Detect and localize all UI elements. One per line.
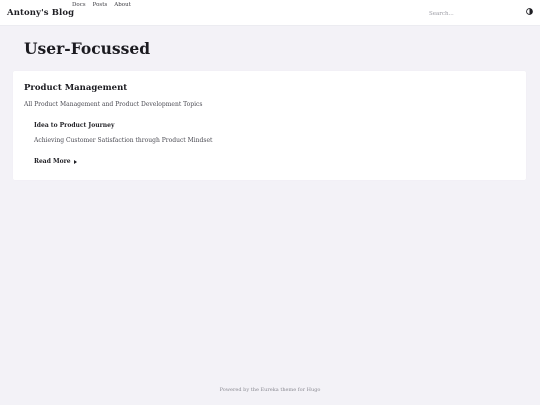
- caret-right-icon: [73, 159, 77, 164]
- nav-link-docs[interactable]: Docs: [72, 2, 86, 8]
- footer-text: Powered by the Eureka theme for Hugo: [219, 387, 321, 393]
- post-summary: Achieving Customer Satisfaction through …: [34, 137, 213, 144]
- search-input[interactable]: [429, 9, 499, 19]
- nav-link-posts[interactable]: Posts: [93, 2, 108, 8]
- category-description: All Product Management and Product Devel…: [24, 101, 203, 108]
- page-title: User-Focussed: [24, 39, 151, 58]
- nav-link-about[interactable]: About: [114, 2, 131, 8]
- read-more-label: Read More: [34, 158, 71, 165]
- post-title[interactable]: Idea to Product Journey: [34, 122, 114, 129]
- category-card: Product Management All Product Managemen…: [13, 71, 526, 180]
- read-more-link[interactable]: Read More: [34, 158, 77, 165]
- contrast-icon[interactable]: [526, 8, 533, 15]
- navbar: Antony's Blog Docs Posts About: [0, 0, 540, 26]
- site-brand[interactable]: Antony's Blog: [7, 8, 74, 18]
- category-title[interactable]: Product Management: [24, 83, 127, 93]
- nav-links: Docs Posts About: [72, 2, 131, 8]
